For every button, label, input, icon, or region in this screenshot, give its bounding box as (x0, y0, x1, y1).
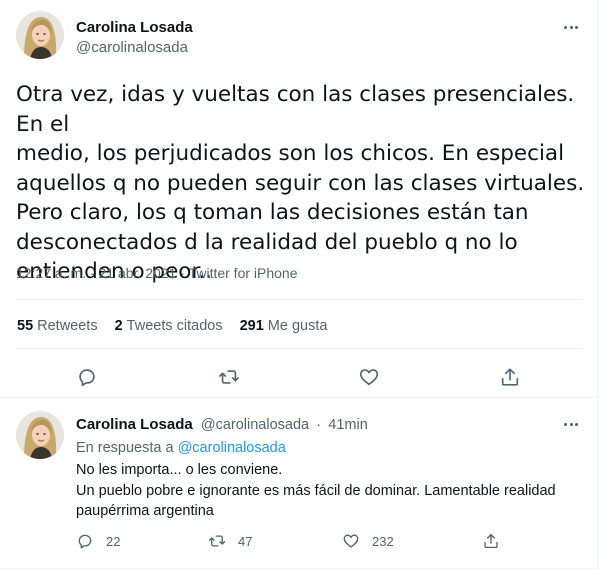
tweet-actions (0, 360, 598, 394)
likes-label: Me gusta (267, 318, 328, 334)
tweet-stats: 55 Retweets 2 Tweets citados 291 Me gusta (17, 318, 327, 334)
in-reply-handle-link[interactable]: @carolinalosada (178, 440, 286, 456)
author-name[interactable]: Carolina Losada (76, 416, 193, 433)
reply-tweet[interactable]: Carolina Losada @carolinalosada · 41min … (0, 398, 598, 571)
divider (16, 299, 582, 300)
reply-header: Carolina Losada @carolinalosada · 41min (76, 416, 368, 433)
avatar[interactable] (16, 11, 64, 59)
tweet-thread: Carolina Losada @carolinalosada Otra vez… (0, 0, 599, 571)
meta-separator: · (89, 265, 95, 281)
author-name[interactable]: Carolina Losada (76, 19, 193, 36)
retweet-count: 47 (238, 533, 253, 549)
tweet-text-line: aquellos q no pueden seguir con las clas… (16, 170, 585, 196)
tweet-text-line: Otra vez, idas y vueltas con las clases … (16, 82, 575, 137)
retweets-count: 55 (17, 318, 34, 334)
tweet-source[interactable]: Twitter for iPhone (189, 265, 298, 281)
quotes-label: Tweets citados (126, 318, 223, 334)
tweet-time[interactable]: 12:27 a. m. (16, 265, 86, 281)
like-action[interactable]: 232 (342, 532, 394, 550)
reply-action[interactable]: 22 (76, 532, 120, 550)
tweet-text: Otra vez, idas y vueltas con las clases … (16, 80, 586, 287)
retweets-label: Retweets (37, 318, 98, 334)
meta-separator: · (316, 417, 322, 433)
reply-text-line: No les importa... o les conviene. (76, 462, 283, 478)
more-options-icon[interactable] (561, 414, 581, 434)
reply-actions: 22 47 232 (76, 532, 576, 552)
retweet-icon (208, 532, 226, 550)
share-icon[interactable] (499, 366, 521, 388)
more-options-icon[interactable] (561, 17, 581, 37)
main-tweet: Carolina Losada @carolinalosada Otra vez… (0, 0, 598, 397)
reply-icon[interactable] (76, 366, 98, 388)
share-action[interactable] (482, 532, 500, 550)
share-icon (482, 532, 500, 550)
likes-stat[interactable]: 291 Me gusta (240, 318, 328, 334)
avatar[interactable] (16, 411, 64, 459)
reply-text: No les importa... o les conviene. Un pue… (76, 460, 586, 522)
retweets-stat[interactable]: 55 Retweets (17, 318, 98, 334)
quotes-stat[interactable]: 2 Tweets citados (115, 318, 223, 334)
retweet-icon[interactable] (218, 366, 240, 388)
like-count: 232 (372, 533, 394, 549)
tweet-text-line: desconectados d la realidad del pueblo q… (16, 229, 518, 255)
reply-count: 22 (106, 533, 121, 549)
tweet-date[interactable]: 21 abr. 2021 (99, 265, 177, 281)
likes-count: 291 (239, 318, 264, 334)
like-icon[interactable] (358, 366, 380, 388)
tweet-text-line: medio, los perjudicados son los chicos. … (16, 141, 565, 166)
reply-time[interactable]: 41min (328, 417, 368, 433)
tweet-text-line: Pero claro, los q toman las decisiones e… (16, 200, 529, 225)
author-handle[interactable]: @carolinalosada (76, 39, 188, 56)
reply-text-line: Un pueblo pobre e ignorante es más fácil… (76, 482, 556, 499)
reply-text-line: paupérrima argentina (76, 503, 214, 519)
tweet-metadata: 12:27 a. m. · 21 abr. 2021 · Twitter for… (16, 265, 298, 281)
divider (16, 348, 582, 349)
author-handle[interactable]: @carolinalosada (201, 417, 309, 433)
reply-icon (76, 532, 94, 550)
in-reply-to: En respuesta a @carolinalosada (76, 440, 286, 456)
retweet-action[interactable]: 47 (208, 532, 252, 550)
in-reply-prefix: En respuesta a (76, 440, 174, 456)
like-icon (342, 532, 360, 550)
thread-separator (0, 568, 598, 569)
quotes-count: 2 (114, 318, 123, 334)
meta-separator: · (180, 265, 185, 281)
